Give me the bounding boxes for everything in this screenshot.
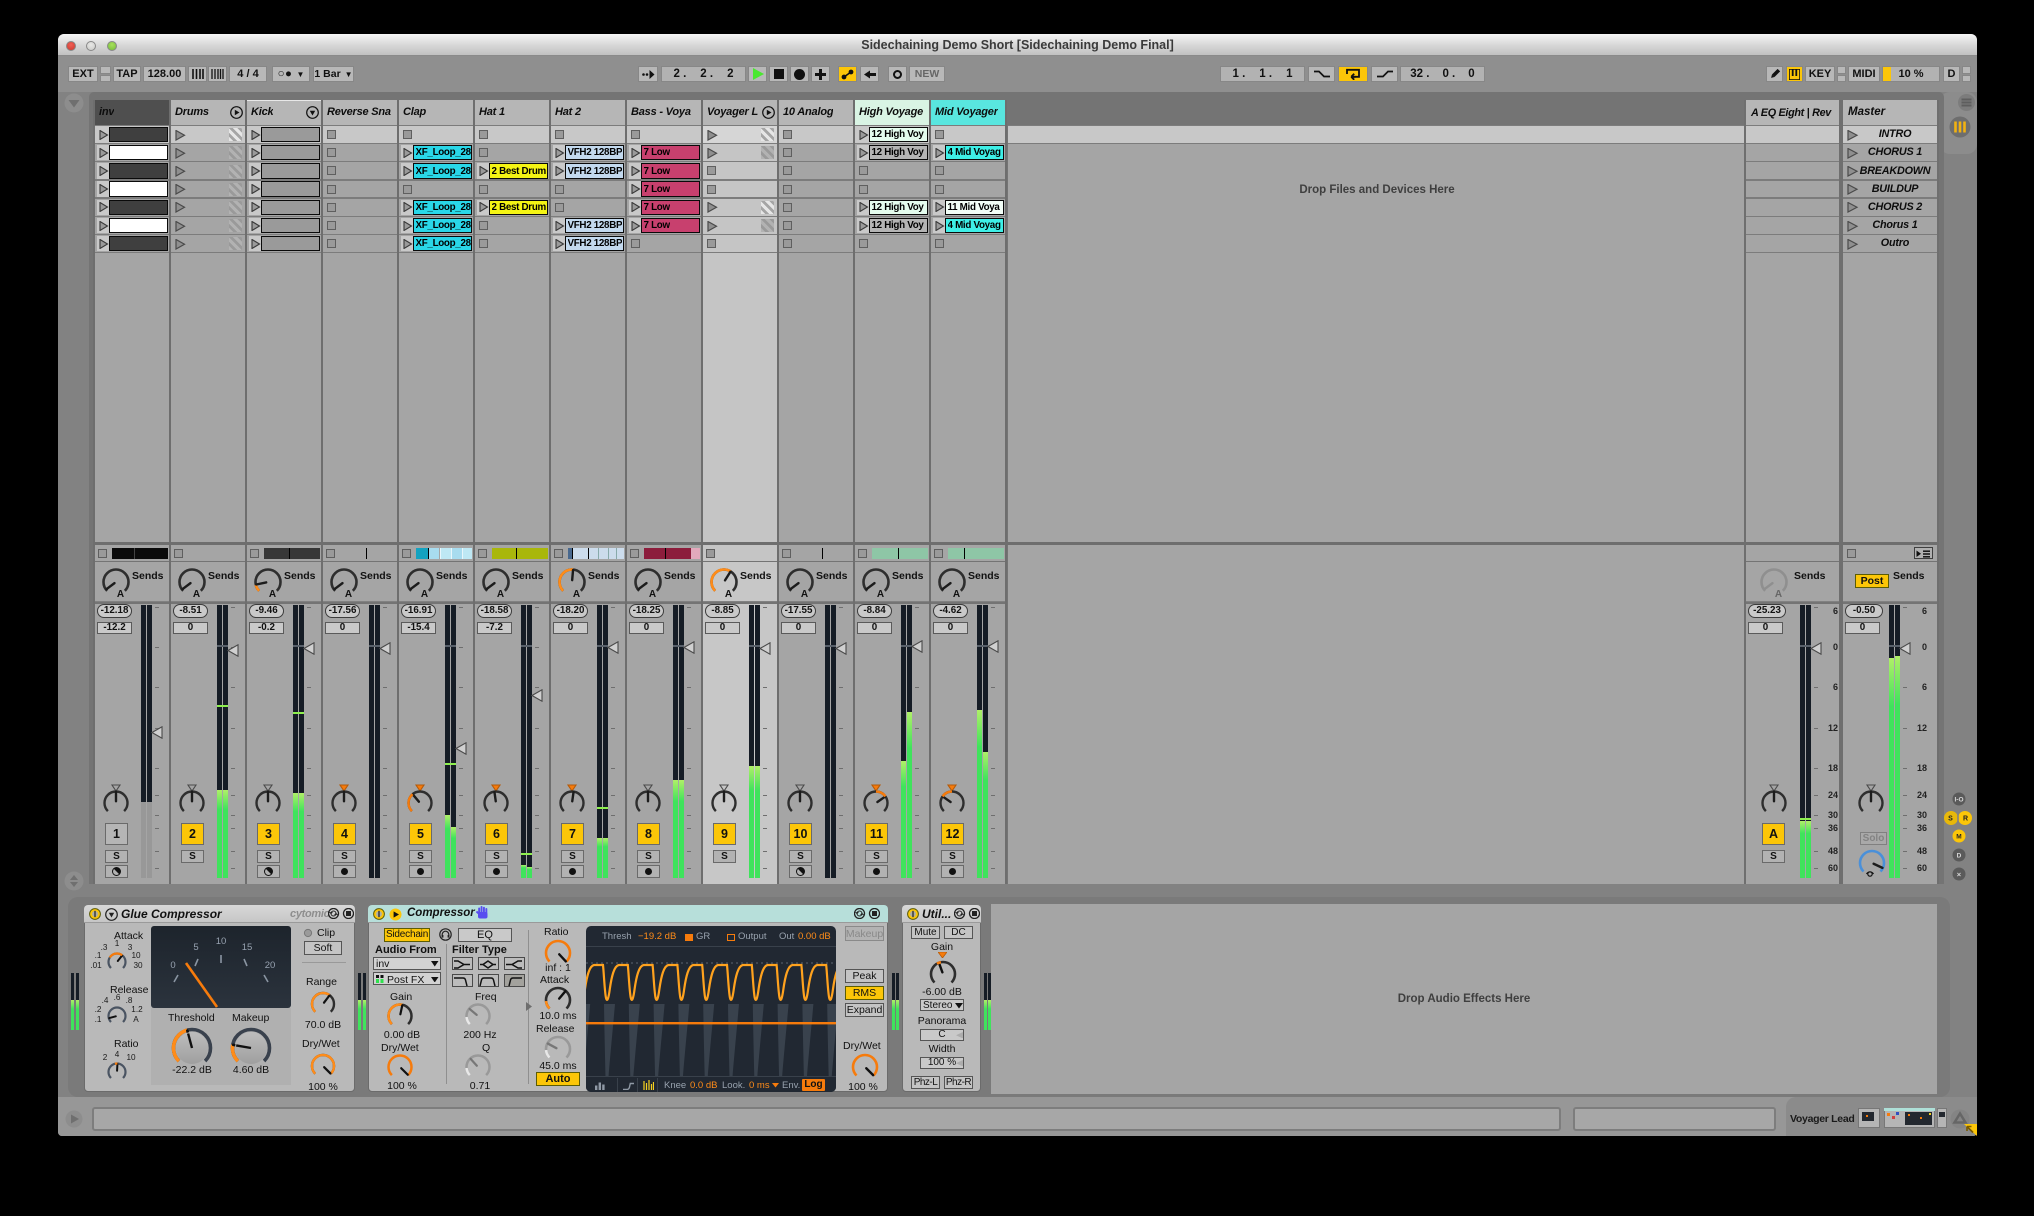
svg-text:10: 10 [216,936,227,947]
svg-text:A: A [725,589,732,600]
svg-text:5: 5 [193,942,198,953]
svg-text:A: A [193,589,200,600]
svg-text:A: A [117,589,124,600]
svg-text:A: A [573,589,580,600]
svg-text:S: S [1948,816,1953,823]
svg-text:A: A [421,589,428,600]
svg-text:A: A [877,589,884,600]
svg-text:A: A [269,589,276,600]
svg-text:×: × [1957,870,1962,879]
svg-text:0: 0 [170,960,175,971]
svg-text:20: 20 [265,960,276,971]
svg-text:A: A [345,589,352,600]
svg-text:R: R [1963,816,1968,823]
svg-text:A: A [953,589,960,600]
svg-text:A: A [1775,589,1782,600]
svg-text:A: A [497,589,504,600]
svg-text:A: A [801,589,808,600]
svg-text:D: D [1957,853,1962,860]
svg-text:M: M [1956,834,1961,841]
svg-text:I-O: I-O [1954,797,1963,804]
svg-text:15: 15 [242,942,253,953]
svg-text:A: A [649,589,656,600]
